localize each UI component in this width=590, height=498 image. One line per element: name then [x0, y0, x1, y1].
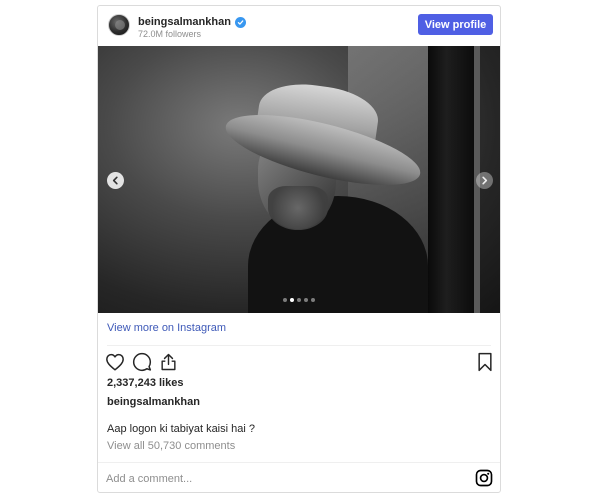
- instagram-icon[interactable]: [475, 469, 493, 487]
- comment-icon: [132, 352, 152, 372]
- carousel-dot: [297, 298, 301, 302]
- avatar[interactable]: [108, 14, 130, 36]
- caption-text: Aap logon ki tabiyat kaisi hai ?: [107, 423, 255, 435]
- comment-button[interactable]: [131, 351, 153, 373]
- comment-input[interactable]: [106, 470, 406, 488]
- like-button[interactable]: [104, 351, 126, 373]
- view-more-link[interactable]: View more on Instagram: [107, 322, 226, 334]
- comment-bar: [98, 462, 500, 493]
- carousel-next-button[interactable]: [476, 172, 493, 189]
- followers-count: 72.0M followers: [138, 29, 202, 39]
- photo-subject-beard: [268, 186, 328, 230]
- share-icon: [160, 353, 176, 371]
- header-username[interactable]: beingsalmankhan: [138, 16, 231, 28]
- chevron-right-icon: [482, 176, 488, 185]
- username-row: beingsalmankhan: [138, 15, 246, 29]
- carousel-dot: [290, 298, 294, 302]
- divider: [107, 345, 491, 346]
- post-photo[interactable]: [98, 46, 500, 313]
- carousel-dots: [283, 298, 315, 302]
- likes-count[interactable]: 2,337,243 likes: [107, 377, 183, 389]
- view-all-comments-link[interactable]: View all 50,730 comments: [107, 440, 235, 452]
- chevron-left-icon: [112, 176, 118, 185]
- verified-badge-icon: [234, 16, 246, 28]
- post-header: beingsalmankhan 72.0M followers View pro…: [98, 6, 500, 46]
- photo-pole: [428, 46, 474, 313]
- carousel-dot: [304, 298, 308, 302]
- share-button[interactable]: [157, 351, 179, 373]
- carousel-prev-button[interactable]: [107, 172, 124, 189]
- carousel-dot: [311, 298, 315, 302]
- carousel-dot: [283, 298, 287, 302]
- view-profile-button[interactable]: View profile: [418, 14, 493, 35]
- bookmark-icon: [478, 352, 492, 372]
- instagram-embed-card: beingsalmankhan 72.0M followers View pro…: [97, 5, 501, 493]
- caption-username[interactable]: beingsalmankhan: [107, 396, 200, 408]
- action-bar: [104, 351, 496, 373]
- save-button[interactable]: [474, 351, 496, 373]
- heart-icon: [106, 353, 124, 371]
